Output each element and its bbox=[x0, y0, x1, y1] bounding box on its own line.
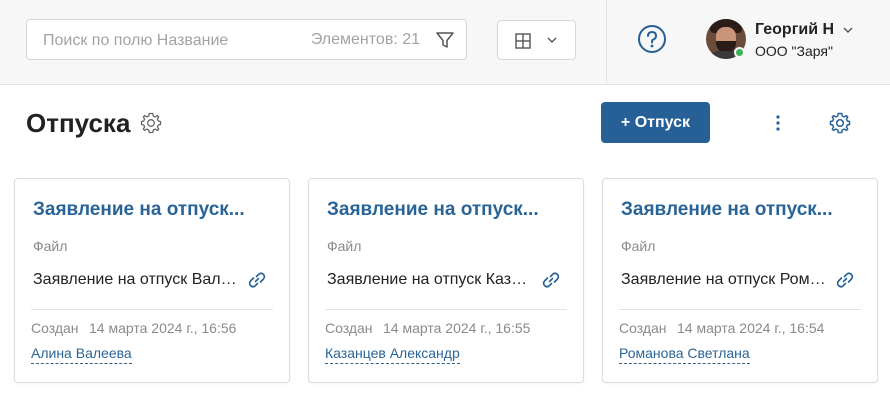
chevron-down-icon bbox=[547, 37, 557, 43]
grid-view-icon bbox=[515, 33, 531, 49]
card-divider bbox=[619, 309, 861, 310]
card-title[interactable]: Заявление на отпуск... bbox=[621, 199, 833, 221]
file-label: Файл bbox=[621, 238, 656, 254]
help-icon[interactable] bbox=[637, 24, 667, 54]
user-company: ООО "Заря" bbox=[755, 43, 833, 59]
file-name[interactable]: Заявление на отпуск Валеевой bbox=[33, 271, 239, 289]
card-title[interactable]: Заявление на отпуск... bbox=[327, 199, 539, 221]
items-count: Элементов: 21 bbox=[310, 31, 420, 48]
card-divider bbox=[325, 309, 567, 310]
page-settings-gear-icon[interactable] bbox=[828, 111, 852, 135]
created-label: Создан bbox=[619, 320, 667, 336]
file-label: Файл bbox=[327, 238, 362, 254]
created-label: Создан bbox=[31, 320, 79, 336]
card-title[interactable]: Заявление на отпуск... bbox=[33, 199, 245, 221]
vacation-card[interactable]: Заявление на отпуск... Файл Заявление на… bbox=[14, 178, 290, 383]
more-vertical-icon[interactable] bbox=[768, 112, 788, 134]
link-icon[interactable] bbox=[835, 270, 855, 290]
author-link[interactable]: Казанцев Александр bbox=[325, 345, 460, 364]
vacation-card[interactable]: Заявление на отпуск... Файл Заявление на… bbox=[602, 178, 878, 383]
search-placeholder: Поиск по полю Название bbox=[43, 32, 229, 49]
user-name[interactable]: Георгий Н bbox=[755, 21, 834, 39]
page-title: Отпуска bbox=[26, 108, 131, 138]
online-status-dot bbox=[734, 47, 745, 58]
filter-icon[interactable] bbox=[434, 29, 456, 51]
view-mode-button[interactable] bbox=[497, 20, 576, 60]
created-date: 14 марта 2024 г., 16:56 bbox=[89, 320, 237, 336]
file-label: Файл bbox=[33, 238, 68, 254]
author-link[interactable]: Романова Светлана bbox=[619, 345, 750, 364]
author-link[interactable]: Алина Валеева bbox=[31, 345, 132, 364]
header-divider bbox=[606, 0, 607, 85]
created-date: 14 марта 2024 г., 16:55 bbox=[383, 320, 531, 336]
link-icon[interactable] bbox=[541, 270, 561, 290]
search-input[interactable]: Поиск по полю Название Элементов: 21 bbox=[26, 19, 467, 60]
created-label: Создан bbox=[325, 320, 373, 336]
created-date: 14 марта 2024 г., 16:54 bbox=[677, 320, 825, 336]
file-name[interactable]: Заявление на отпуск Романовой bbox=[621, 271, 827, 289]
link-icon[interactable] bbox=[247, 270, 267, 290]
top-toolbar: Поиск по полю Название Элементов: 21 Гео… bbox=[0, 0, 890, 85]
file-name[interactable]: Заявление на отпуск Казанцева bbox=[327, 271, 533, 289]
card-divider bbox=[31, 309, 273, 310]
add-vacation-button[interactable]: + Отпуск bbox=[601, 102, 710, 143]
user-menu-chevron-icon[interactable] bbox=[842, 24, 854, 36]
vacation-card[interactable]: Заявление на отпуск... Файл Заявление на… bbox=[308, 178, 584, 383]
settings-gear-icon[interactable] bbox=[139, 111, 163, 135]
